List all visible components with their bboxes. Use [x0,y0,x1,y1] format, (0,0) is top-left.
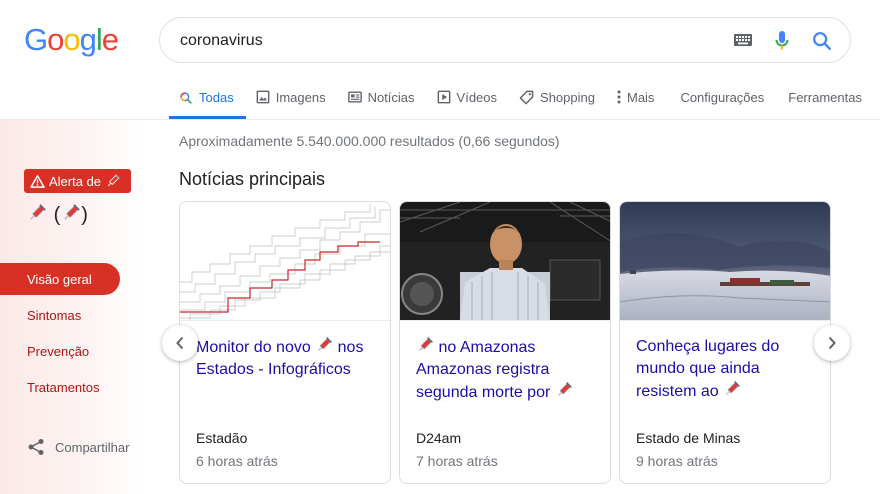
tab-tools[interactable]: Ferramentas [776,76,874,118]
headline-text: Monitor do novo [196,339,311,356]
news-age: 7 horas atrás [416,453,498,469]
sidebar-item-overview[interactable]: Visão geral [0,263,120,295]
syringe-icon [418,337,433,352]
photo-thumbnail [620,202,830,321]
syringe-icon [726,381,741,396]
tag-icon [519,90,534,104]
syringe-icon [30,204,46,220]
play-icon [437,90,450,104]
tab-label: Vídeos [456,89,498,105]
search-submit-icon[interactable] [811,30,833,52]
sidebar-item-prevention[interactable]: Prevenção [0,335,120,367]
news-card[interactable]: no Amazonas Amazonas registra segunda mo… [399,201,611,484]
news-headline[interactable]: Conheça lugares do mundo que ainda resis… [636,336,820,403]
image-icon [256,90,270,104]
share-button[interactable]: Compartilhar [27,438,129,456]
tab-label: Configurações [680,89,765,105]
tab-label: Shopping [540,89,595,105]
tab-label: Mais [626,89,655,105]
search-icon [180,91,192,104]
tab-shopping[interactable]: Shopping [509,76,607,118]
share-icon [28,439,44,455]
headline-text: no Amazonas Amazonas registra segunda mo… [416,339,551,401]
syringe-icon [64,204,81,220]
news-source: Estadão [196,430,248,446]
search-box [159,17,851,63]
search-input[interactable] [180,28,680,54]
open-paren: ( [53,204,62,226]
sidebar-item-label: Sintomas [27,307,82,323]
result-stats: Aproximadamente 5.540.000.000 resultados… [179,133,560,149]
alert-badge: Alerta de [24,169,132,193]
tab-all[interactable]: Todas [169,76,246,119]
close-paren: ) [81,204,89,226]
infographic-thumbnail [180,202,390,321]
headline-text: Conheça lugares do mundo que ainda resis… [636,338,780,400]
news-icon [347,91,362,103]
news-age: 9 horas atrás [636,453,718,469]
sidebar-item-symptoms[interactable]: Sintomas [0,299,120,331]
sidebar-item-label: Prevenção [27,343,90,359]
sidebar-item-label: Tratamentos [27,379,100,395]
search-tabs: Todas Imagens Notícias Vídeos Shopping M… [169,76,874,120]
tab-more[interactable]: Mais [607,76,666,118]
more-vert-icon [617,90,621,104]
chevron-left-icon [176,336,184,350]
news-age: 6 horas atrás [196,453,278,469]
tab-label: Imagens [275,89,326,105]
sidebar-item-treatments[interactable]: Tratamentos [0,371,120,403]
syringe-icon [107,173,121,187]
google-logo[interactable]: Google [24,22,119,58]
syringe-icon [557,382,572,397]
news-card[interactable]: Conheça lugares do mundo que ainda resis… [619,201,831,484]
sidebar-item-label: Visão geral [27,271,92,287]
tab-label: Notícias [367,89,415,105]
tab-settings[interactable]: Configurações [666,76,776,118]
news-headline[interactable]: Monitor do novo nos Estados - Infográfic… [196,336,380,381]
carousel-prev-button[interactable] [162,325,198,361]
tab-label: Todas [199,90,234,105]
news-headline[interactable]: no Amazonas Amazonas registra segunda mo… [416,336,600,404]
news-source: Estado de Minas [636,430,741,446]
alert-label: Alerta de [49,173,102,189]
tab-videos[interactable]: Vídeos [427,76,509,118]
alert-title: () [27,203,89,227]
share-label: Compartilhar [55,439,130,455]
tab-images[interactable]: Imagens [246,76,338,118]
tab-news[interactable]: Notícias [338,76,427,118]
tab-label: Ferramentas [788,89,862,105]
news-card[interactable]: Monitor do novo nos Estados - Infográfic… [179,201,391,484]
news-source: D24am [416,430,462,446]
syringe-icon [318,337,333,352]
top-stories-title: Notícias principais [179,169,326,189]
warning-icon [30,174,45,188]
microphone-icon[interactable] [774,29,790,53]
keyboard-icon[interactable] [734,34,752,46]
carousel-next-button[interactable] [814,325,850,361]
chevron-right-icon [828,336,836,350]
photo-thumbnail [400,202,610,321]
